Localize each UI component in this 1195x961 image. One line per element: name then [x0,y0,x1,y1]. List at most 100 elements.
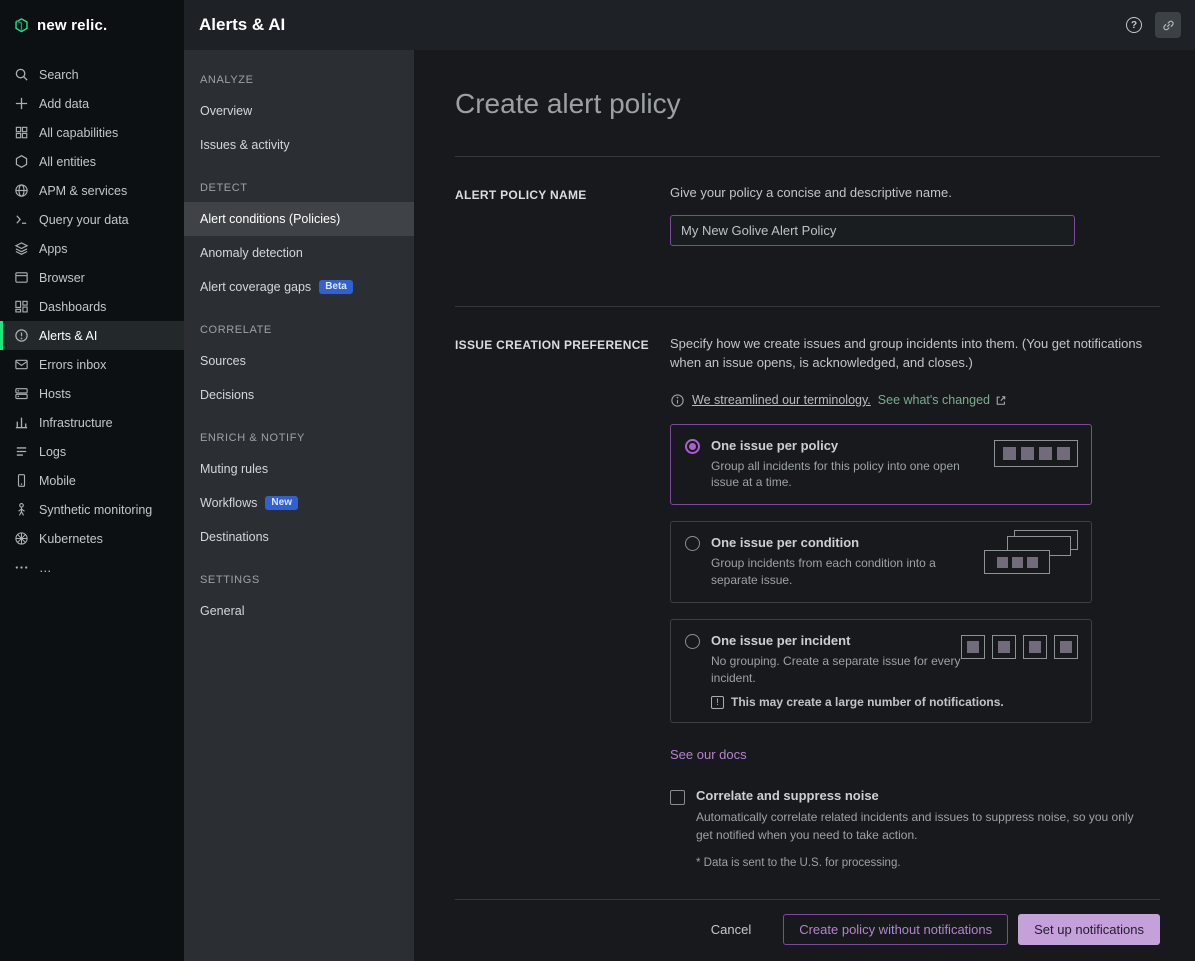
subnav-item-decisions[interactable]: Decisions [184,378,414,412]
create-policy-without-notifications-button[interactable]: Create policy without notifications [783,914,1008,945]
sidebar-item-errors-inbox[interactable]: Errors inbox [0,350,184,379]
sidebar-item-label: Kubernetes [39,532,103,546]
sidebar-item-hosts[interactable]: Hosts [0,379,184,408]
envelope-icon [14,357,29,372]
radio-per-incident[interactable] [685,634,700,649]
sidebar-item-apps[interactable]: Apps [0,234,184,263]
policy-name-label: ALERT POLICY NAME [455,185,670,246]
set-up-notifications-button[interactable]: Set up notifications [1018,914,1160,945]
radio-per-policy[interactable] [685,439,700,454]
subnav-section-title: ENRICH & NOTIFY [184,428,414,452]
external-link-icon [995,394,1007,406]
subnav-item-label: Sources [200,354,246,368]
subnav-item-muting-rules[interactable]: Muting rules [184,452,414,486]
sidebar-item-synthetic-monitoring[interactable]: Synthetic monitoring [0,495,184,524]
sidebar-item-apm-services[interactable]: APM & services [0,176,184,205]
subnav-item-anomaly-detection[interactable]: Anomaly detection [184,236,414,270]
sidebar-item-label: Synthetic monitoring [39,503,152,517]
subnav-item-destinations[interactable]: Destinations [184,520,414,554]
subnav-item-label: Alert coverage gaps [200,280,311,294]
option-title: One issue per policy [711,438,963,453]
sidebar-item-logs[interactable]: Logs [0,437,184,466]
policy-name-input[interactable] [670,215,1075,246]
issue-preference-label: ISSUE CREATION PREFERENCE [455,335,670,869]
see-our-docs-link[interactable]: See our docs [670,747,747,762]
plus-icon [14,96,29,111]
header-actions: ? [1121,12,1181,38]
sidebar-item-all-entities[interactable]: All entities [0,147,184,176]
option-one-issue-per-incident[interactable]: One issue per incident No grouping. Crea… [670,619,1092,724]
sidebar-item-add-data[interactable]: Add data [0,89,184,118]
issue-preference-section: ISSUE CREATION PREFERENCE Specify how we… [455,307,1160,899]
terminology-note[interactable]: We streamlined our terminology. [692,393,871,407]
alert-circle-icon [14,328,29,343]
subnav-item-label: Muting rules [200,462,268,476]
form-footer: Cancel Create policy without notificatio… [455,899,1160,945]
subnav-item-alert-conditions[interactable]: Alert conditions (Policies) [184,202,414,236]
main-panel: Create alert policy ALERT POLICY NAME Gi… [414,50,1195,961]
sidebar-item-infrastructure[interactable]: Infrastructure [0,408,184,437]
per-incident-icon [961,635,1078,659]
sidebar-item-dashboards[interactable]: Dashboards [0,292,184,321]
subnav-section-analyze: ANALYZE Overview Issues & activity [184,70,414,162]
sidebar-item-label: Infrastructure [39,416,113,430]
sidebar-item-more[interactable]: … [0,553,184,582]
radio-per-condition[interactable] [685,536,700,551]
sidebar-item-label: Logs [39,445,66,459]
hosts-icon [14,386,29,401]
policy-name-field: Give your policy a concise and descripti… [670,185,1160,246]
copy-link-button[interactable] [1155,12,1181,38]
issue-preference-description: Specify how we create issues and group i… [670,335,1155,373]
page-title: Create alert policy [455,88,1160,120]
subnav-item-workflows[interactable]: Workflows New [184,486,414,520]
see-whats-changed-link[interactable]: See what's changed [878,393,1007,407]
issue-preference-field: Specify how we create issues and group i… [670,335,1160,869]
subnav-item-alert-coverage-gaps[interactable]: Alert coverage gaps Beta [184,270,414,304]
sidebar-item-mobile[interactable]: Mobile [0,466,184,495]
subnav-item-label: Anomaly detection [200,246,303,260]
sidebar-item-browser[interactable]: Browser [0,263,184,292]
subnav-section-detect: DETECT Alert conditions (Policies) Anoma… [184,178,414,304]
correlate-checkbox[interactable] [670,790,685,805]
sidebar-item-search[interactable]: Search [0,60,184,89]
subnav-item-label: Destinations [200,530,269,544]
search-icon [14,67,29,82]
cancel-button[interactable]: Cancel [697,914,765,945]
subnav-section-title: ANALYZE [184,70,414,94]
correlate-title: Correlate and suppress noise [696,788,1146,803]
primary-sidebar: new relic. Search Add data All capabilit… [0,0,184,961]
entities-icon [14,154,29,169]
option-one-issue-per-policy[interactable]: One issue per policy Group all incidents… [670,424,1092,506]
subnav-item-general[interactable]: General [184,594,414,628]
page-header-title: Alerts & AI [199,15,285,35]
sidebar-item-all-capabilities[interactable]: All capabilities [0,118,184,147]
secondary-nav: ANALYZE Overview Issues & activity DETEC… [184,50,414,961]
subnav-section-title: DETECT [184,178,414,202]
option-one-issue-per-condition[interactable]: One issue per condition Group incidents … [670,521,1092,603]
subnav-item-overview[interactable]: Overview [184,94,414,128]
option-description: No grouping. Create a separate issue for… [711,653,963,687]
help-button[interactable]: ? [1121,12,1147,38]
sidebar-item-alerts-ai[interactable]: Alerts & AI [0,321,184,350]
sidebar-item-label: Browser [39,271,85,285]
option-text: One issue per policy Group all incidents… [711,438,963,492]
sidebar-item-label: Dashboards [39,300,106,314]
per-policy-icon [994,440,1078,467]
sidebar-item-label: All capabilities [39,126,118,140]
subnav-section-correlate: CORRELATE Sources Decisions [184,320,414,412]
see-whats-changed-label: See what's changed [878,393,990,407]
sidebar-item-query-your-data[interactable]: Query your data [0,205,184,234]
subnav-item-issues-activity[interactable]: Issues & activity [184,128,414,162]
sidebar-item-label: Mobile [39,474,76,488]
warning-icon: ! [711,696,724,709]
logs-icon [14,444,29,459]
newrelic-logo-icon [14,18,29,33]
sidebar-item-kubernetes[interactable]: Kubernetes [0,524,184,553]
policy-name-section: ALERT POLICY NAME Give your policy a con… [455,157,1160,306]
subnav-item-sources[interactable]: Sources [184,344,414,378]
subnav-item-label: Overview [200,104,252,118]
query-icon [14,212,29,227]
newrelic-logo[interactable]: new relic. [0,0,184,50]
per-condition-icon [984,530,1078,574]
subnav-section-enrich-notify: ENRICH & NOTIFY Muting rules Workflows N… [184,428,414,554]
